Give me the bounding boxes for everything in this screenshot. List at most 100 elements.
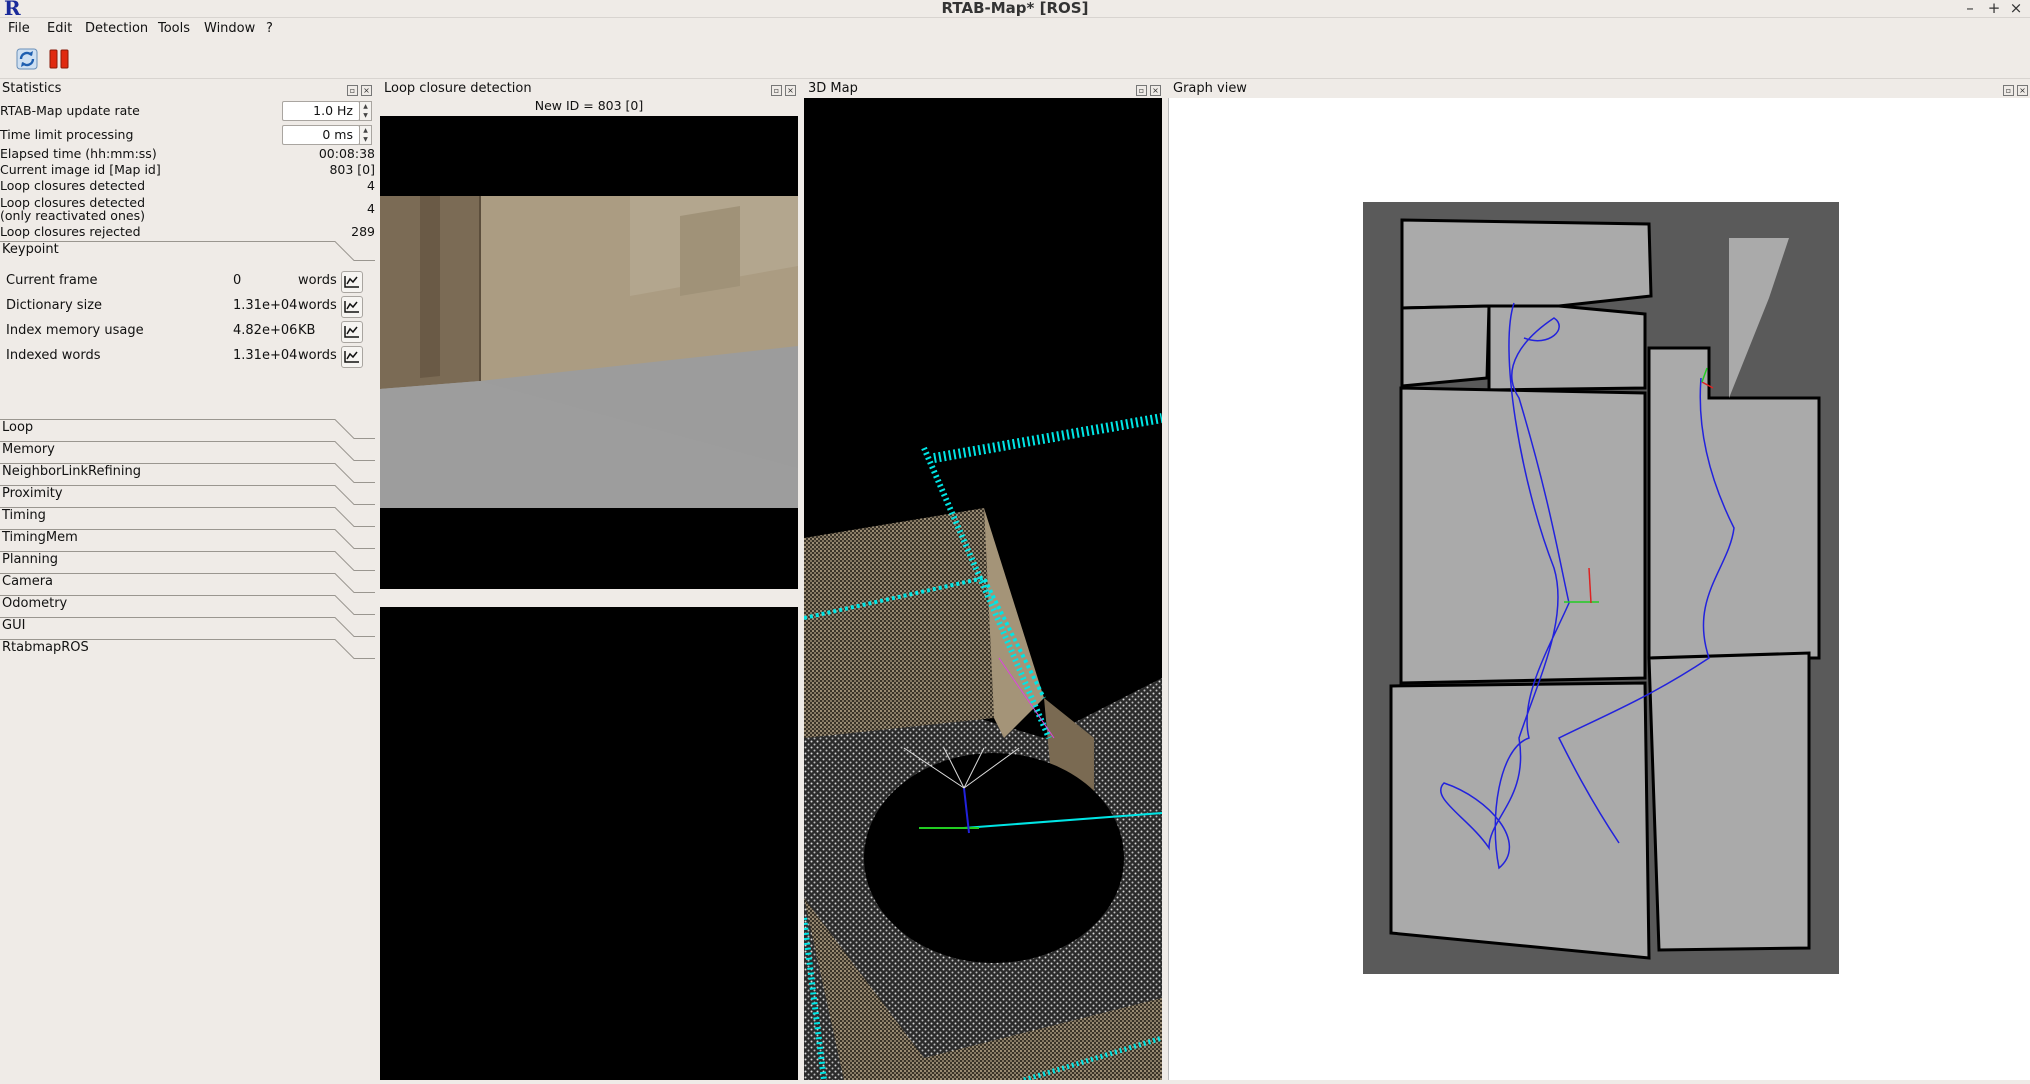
keypoint-value: 4.82e+06 (233, 323, 298, 338)
stat-label: Current image id [Map id] (0, 162, 161, 177)
plot-icon[interactable] (341, 296, 363, 318)
menu-window[interactable]: Window (204, 20, 255, 38)
menu-bar: File Edit Detection Tools Window ? (0, 18, 2030, 40)
keypoint-row: Index memory usage 4.82e+06 KB (6, 320, 366, 343)
refresh-icon[interactable] (14, 46, 40, 72)
keypoint-row: Indexed words 1.31e+04 words (6, 345, 366, 368)
stat-value: 803 [0] (329, 162, 375, 177)
close-icon[interactable]: × (361, 85, 372, 96)
spin-arrows-icon[interactable]: ▲ ▼ (359, 125, 372, 145)
stat-row-elapsed: Elapsed time (hh:mm:ss) 00:08:38 (0, 146, 375, 162)
section-label: RtabmapROS (2, 640, 89, 655)
section-odometry[interactable]: Odometry (0, 595, 375, 615)
section-label: Planning (2, 552, 58, 567)
section-label: Memory (2, 442, 55, 457)
float-icon[interactable]: ▫ (2003, 85, 2014, 96)
stat-label: Loop closures detected (0, 178, 146, 193)
stat-row-loop-reactivated: Loop closures detected (only reactivated… (0, 195, 375, 225)
menu-tools[interactable]: Tools (158, 20, 190, 38)
time-limit-label: Time limit processing (0, 127, 134, 142)
new-image-view[interactable] (380, 116, 798, 589)
section-planning[interactable]: Planning (0, 551, 375, 571)
loop-dock-buttons: ▫ × (768, 82, 796, 96)
keypoint-value: 1.31e+04 (233, 348, 298, 363)
statistics-dock-buttons: ▫ × (344, 82, 372, 96)
section-proximity[interactable]: Proximity (0, 485, 375, 505)
stat-value: 4 (367, 178, 375, 193)
window-title: RTAB-Map* [ROS] (941, 0, 1089, 17)
keypoint-value: 1.31e+04 (233, 298, 298, 313)
stat-row-image-id: Current image id [Map id] 803 [0] (0, 162, 375, 178)
spin-arrows-icon[interactable]: ▲ ▼ (359, 101, 372, 121)
close-icon[interactable]: × (1150, 85, 1161, 96)
pause-icon[interactable] (46, 46, 72, 72)
section-timing[interactable]: Timing (0, 507, 375, 527)
keypoint-row: Current frame 0 words (6, 270, 366, 293)
update-rate-value: 1.0 Hz (313, 103, 353, 118)
section-loop[interactable]: Loop (0, 419, 375, 439)
keypoint-value: 0 (233, 273, 242, 288)
title-bar: R RTAB-Map* [ROS] – + × (0, 0, 2030, 18)
float-icon[interactable]: ▫ (347, 85, 358, 96)
loop-dock-title: Loop closure detection (384, 81, 532, 96)
section-label: Keypoint (2, 242, 59, 257)
plot-icon[interactable] (341, 346, 363, 368)
section-label: TimingMem (2, 530, 78, 545)
time-limit-row: Time limit processing 0 ms ▲ ▼ (0, 125, 375, 145)
section-label: Odometry (2, 596, 68, 611)
update-rate-row: RTAB-Map update rate 1.0 Hz ▲ ▼ (0, 101, 375, 121)
section-timingmem[interactable]: TimingMem (0, 529, 375, 549)
graph-view[interactable] (1168, 98, 2030, 1080)
section-camera[interactable]: Camera (0, 573, 375, 593)
section-label: Loop (2, 420, 34, 435)
float-icon[interactable]: ▫ (1136, 85, 1147, 96)
update-rate-label: RTAB-Map update rate (0, 103, 140, 118)
map3d-view[interactable] (804, 98, 1162, 1080)
section-label: GUI (2, 618, 26, 633)
section-neighborlinkrefining[interactable]: NeighborLinkRefining (0, 463, 375, 483)
keypoint-unit: words (298, 348, 337, 363)
section-gui[interactable]: GUI (0, 617, 375, 637)
stat-value: 4 (367, 201, 375, 216)
close-button[interactable]: × (2006, 0, 2026, 16)
time-limit-spinbox[interactable]: 0 ms ▲ ▼ (282, 125, 372, 145)
section-keypoint[interactable]: Keypoint (0, 241, 375, 261)
graph-dock-buttons: ▫ × (2000, 82, 2028, 96)
section-label: Camera (2, 574, 54, 589)
section-label: Timing (2, 508, 46, 523)
float-icon[interactable]: ▫ (771, 85, 782, 96)
graph-dock-title: Graph view (1173, 81, 1247, 96)
section-memory[interactable]: Memory (0, 441, 375, 461)
menu-edit[interactable]: Edit (47, 20, 72, 38)
section-rtabmapros[interactable]: RtabmapROS (0, 639, 375, 659)
keypoint-unit: KB (298, 323, 316, 338)
keypoint-unit: words (298, 298, 337, 313)
close-icon[interactable]: × (2017, 85, 2028, 96)
new-id-label: New ID = 803 [0] (534, 98, 644, 113)
plot-icon[interactable] (341, 271, 363, 293)
stat-label: Elapsed time (hh:mm:ss) (0, 146, 157, 161)
close-icon[interactable]: × (785, 85, 796, 96)
map3d-dock-title: 3D Map (808, 81, 858, 96)
loop-closure-image-view[interactable] (380, 607, 798, 1080)
keypoint-row: Dictionary size 1.31e+04 words (6, 295, 366, 318)
keypoint-name: Indexed words (6, 348, 101, 363)
time-limit-value: 0 ms (322, 127, 353, 142)
stat-value: 289 (351, 224, 375, 239)
menu-detection[interactable]: Detection (85, 20, 148, 38)
statistics-dock-title: Statistics (2, 81, 62, 96)
plot-icon[interactable] (341, 321, 363, 343)
keypoint-name: Index memory usage (6, 323, 144, 338)
maximize-button[interactable]: + (1984, 0, 2004, 16)
minimize-button[interactable]: – (1960, 0, 1980, 16)
stat-row-loop-rejected: Loop closures rejected 289 (0, 224, 375, 240)
keypoint-unit: words (298, 273, 337, 288)
stat-value: 00:08:38 (318, 146, 375, 161)
toolbar (0, 40, 2030, 79)
menu-help[interactable]: ? (266, 20, 273, 38)
stat-label: Loop closures rejected (0, 224, 141, 239)
menu-file[interactable]: File (8, 20, 30, 38)
update-rate-spinbox[interactable]: 1.0 Hz ▲ ▼ (282, 101, 372, 121)
stat-row-loop-detected: Loop closures detected 4 (0, 178, 375, 194)
keypoint-name: Current frame (6, 273, 98, 288)
